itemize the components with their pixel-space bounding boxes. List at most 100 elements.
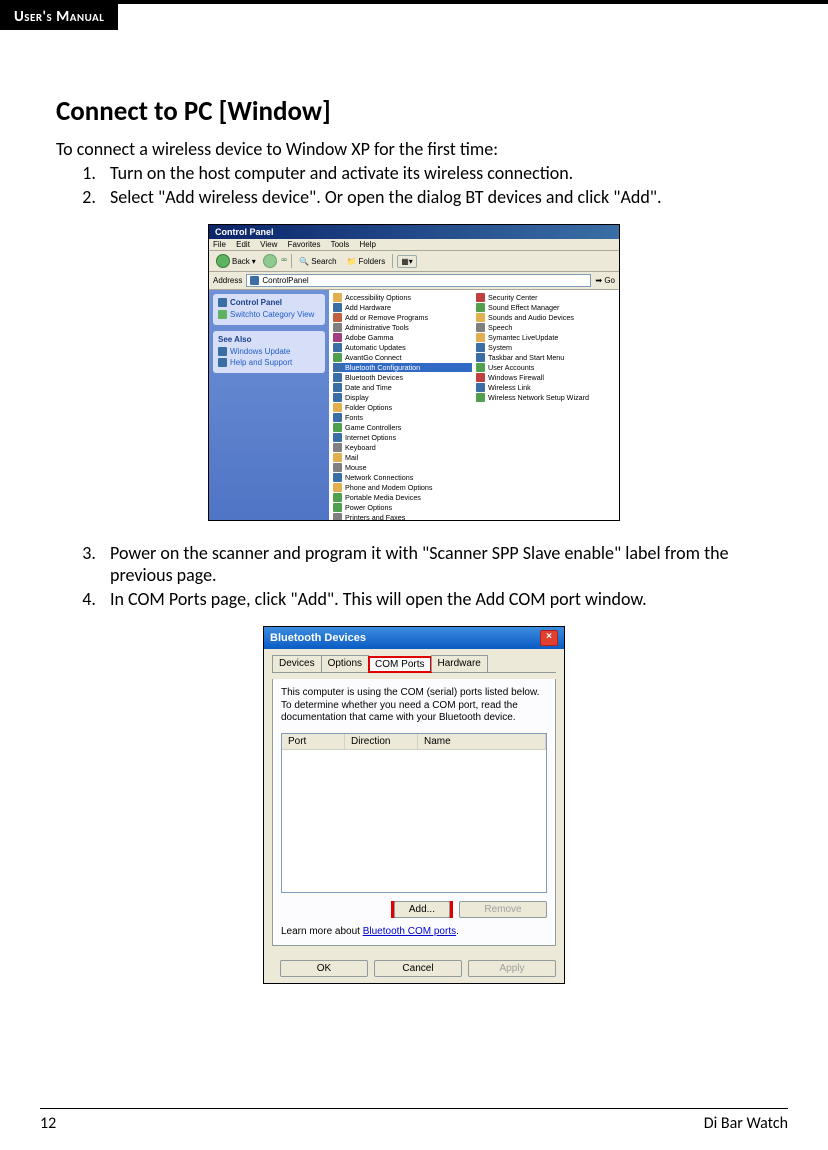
cp-item[interactable]: Power Options xyxy=(333,503,472,512)
search-button[interactable]: 🔍 Search xyxy=(296,256,339,267)
views-button[interactable]: ▦▾ xyxy=(397,255,417,268)
step-3: Power on the scanner and program it with… xyxy=(100,542,772,586)
bt-tabs: Devices Options COM Ports Hardware xyxy=(272,655,556,673)
cp-item[interactable]: Wireless Link xyxy=(476,383,615,392)
item-icon xyxy=(333,393,342,402)
cp-item[interactable]: Keyboard xyxy=(333,443,472,452)
item-icon xyxy=(476,373,485,382)
cp-item[interactable]: Sound Effect Manager xyxy=(476,303,615,312)
tab-hardware[interactable]: Hardware xyxy=(431,655,488,672)
cp-item[interactable]: User Accounts xyxy=(476,363,615,372)
cancel-button[interactable]: Cancel xyxy=(374,960,462,977)
cp-icon xyxy=(218,298,227,307)
item-icon xyxy=(333,333,342,342)
cp-item[interactable]: Mouse xyxy=(333,463,472,472)
folder-icon xyxy=(250,276,259,285)
cp-item[interactable]: Mail xyxy=(333,453,472,462)
item-icon xyxy=(333,513,342,521)
cp-item[interactable]: Wireless Network Setup Wizard xyxy=(476,393,615,402)
cp-item[interactable]: Automatic Updates xyxy=(333,343,472,352)
cp-item[interactable]: Adobe Gamma xyxy=(333,333,472,342)
cp-item[interactable]: Speech xyxy=(476,323,615,332)
cp-item[interactable]: Security Center xyxy=(476,293,615,302)
cp-item[interactable]: AvantGo Connect xyxy=(333,353,472,362)
cp-item[interactable]: Fonts xyxy=(333,413,472,422)
page-title: Connect to PC [Window] xyxy=(56,95,772,128)
tab-options[interactable]: Options xyxy=(321,655,369,672)
item-icon xyxy=(476,353,485,362)
menu-favorites[interactable]: Favorites xyxy=(288,240,321,249)
switch-view-link[interactable]: Switchto Category View xyxy=(218,310,320,319)
cp-item[interactable]: System xyxy=(476,343,615,352)
item-icon xyxy=(476,323,485,332)
cp-item[interactable]: Sounds and Audio Devices xyxy=(476,313,615,322)
cp-item[interactable]: Administrative Tools xyxy=(333,323,472,332)
help-icon xyxy=(218,358,227,367)
item-icon xyxy=(333,343,342,352)
cp-item[interactable]: Add or Remove Programs xyxy=(333,313,472,322)
item-icon xyxy=(333,493,342,502)
item-icon xyxy=(476,313,485,322)
apply-button[interactable]: Apply xyxy=(468,960,556,977)
item-icon xyxy=(333,363,342,372)
remove-button[interactable]: Remove xyxy=(459,901,547,918)
cp-item[interactable]: Symantec LiveUpdate xyxy=(476,333,615,342)
back-button[interactable]: Back ▾ xyxy=(213,253,259,269)
learn-more: Learn more about Bluetooth COM ports. xyxy=(281,926,547,937)
up-icon[interactable]: ⮹ xyxy=(281,256,287,266)
cp-item[interactable]: Printers and Faxes xyxy=(333,513,472,521)
cp-item[interactable]: Display xyxy=(333,393,472,402)
bluetooth-devices-dialog: Bluetooth Devices × Devices Options COM … xyxy=(263,626,565,984)
step-1: Turn on the host computer and activate i… xyxy=(100,162,772,184)
cp-item[interactable]: Bluetooth Configuration xyxy=(333,363,472,372)
cp-item[interactable]: Network Connections xyxy=(333,473,472,482)
cp-item[interactable]: Internet Options xyxy=(333,433,472,442)
item-icon xyxy=(333,503,342,512)
cp-item[interactable]: Bluetooth Devices xyxy=(333,373,472,382)
cp-titlebar: Control Panel xyxy=(209,225,619,239)
control-panel-window: Control Panel File Edit View Favorites T… xyxy=(208,224,620,521)
windows-update-link[interactable]: Windows Update xyxy=(218,347,320,356)
item-icon xyxy=(333,313,342,322)
com-ports-list[interactable]: Port Direction Name xyxy=(281,733,547,894)
menu-edit[interactable]: Edit xyxy=(236,240,250,249)
go-button[interactable]: ➡ Go xyxy=(595,276,615,285)
menu-tools[interactable]: Tools xyxy=(331,240,350,249)
cp-item[interactable]: Add Hardware xyxy=(333,303,472,312)
cp-item[interactable]: Taskbar and Start Menu xyxy=(476,353,615,362)
header-tab: User's Manual xyxy=(0,4,118,30)
item-icon xyxy=(476,343,485,352)
cp-item[interactable]: Folder Options xyxy=(333,403,472,412)
cp-item[interactable]: Accessibility Options xyxy=(333,293,472,302)
item-icon xyxy=(333,433,342,442)
cp-item[interactable]: Portable Media Devices xyxy=(333,493,472,502)
menu-help[interactable]: Help xyxy=(360,240,376,249)
item-icon xyxy=(333,413,342,422)
item-icon xyxy=(333,473,342,482)
item-icon xyxy=(333,403,342,412)
bt-title: Bluetooth Devices xyxy=(270,632,366,644)
ok-button[interactable]: OK xyxy=(280,960,368,977)
help-support-link[interactable]: Help and Support xyxy=(218,358,320,367)
step-4: In COM Ports page, click "Add". This wil… xyxy=(100,588,772,610)
step-2: Select "Add wireless device". Or open th… xyxy=(100,186,772,208)
folders-button[interactable]: 📁 Folders xyxy=(344,256,389,267)
address-input[interactable]: ControlPanel xyxy=(246,274,591,287)
menu-view[interactable]: View xyxy=(260,240,277,249)
item-icon xyxy=(333,323,342,332)
add-button[interactable]: Add... xyxy=(394,901,450,918)
forward-icon[interactable] xyxy=(263,254,277,268)
tab-devices[interactable]: Devices xyxy=(272,655,322,672)
bluetooth-com-ports-link[interactable]: Bluetooth COM ports xyxy=(363,926,456,937)
col-direction: Direction xyxy=(345,734,418,749)
tab-com-ports[interactable]: COM Ports xyxy=(368,656,431,673)
arrow-icon xyxy=(218,310,227,319)
menu-file[interactable]: File xyxy=(213,240,226,249)
item-icon xyxy=(476,303,485,312)
cp-item[interactable]: Date and Time xyxy=(333,383,472,392)
cp-item[interactable]: Phone and Modem Options xyxy=(333,483,472,492)
close-icon[interactable]: × xyxy=(540,630,558,646)
cp-menubar[interactable]: File Edit View Favorites Tools Help xyxy=(209,239,619,251)
cp-item[interactable]: Game Controllers xyxy=(333,423,472,432)
cp-item[interactable]: Windows Firewall xyxy=(476,373,615,382)
